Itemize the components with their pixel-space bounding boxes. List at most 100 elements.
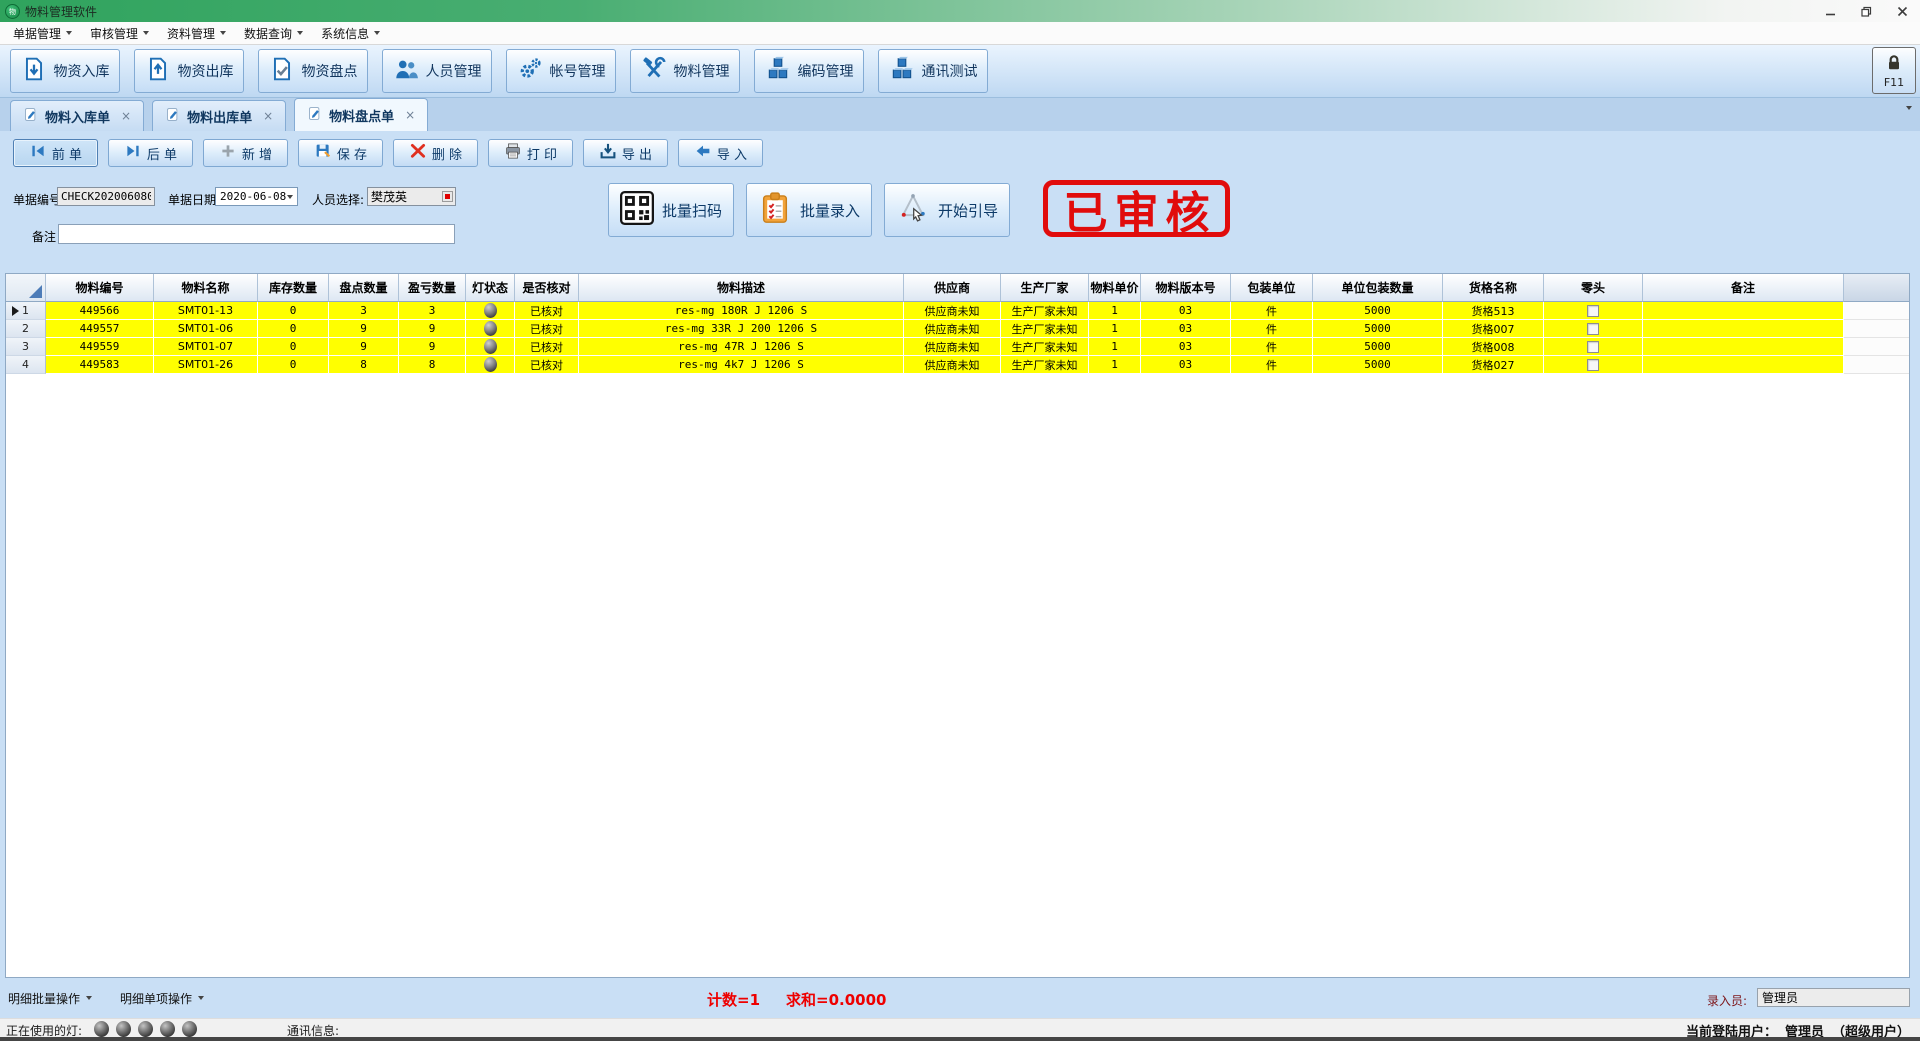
batch-scan-button[interactable]: 批量扫码 xyxy=(608,183,734,237)
tab-close-icon[interactable]: × xyxy=(405,108,415,122)
grid-cell[interactable] xyxy=(1544,356,1643,374)
grid-column-header[interactable]: 供应商 xyxy=(904,274,1001,302)
row-indicator[interactable]: 1 xyxy=(6,302,46,320)
grid-cell[interactable]: 5000 xyxy=(1313,338,1443,356)
lock-f11-button[interactable]: F11 xyxy=(1872,47,1916,94)
grid-column-header[interactable]: 物料单价 xyxy=(1089,274,1141,302)
grid-cell[interactable]: 生产厂家未知 xyxy=(1001,338,1089,356)
grid-cell[interactable]: 03 xyxy=(1141,338,1231,356)
row-indicator[interactable]: 4 xyxy=(6,356,46,374)
grid-cell[interactable]: 生产厂家未知 xyxy=(1001,320,1089,338)
row-indicator[interactable]: 3 xyxy=(6,338,46,356)
grid-select-all-corner[interactable] xyxy=(6,274,46,302)
grid-cell[interactable]: 已核对 xyxy=(515,320,579,338)
tab-close-icon[interactable]: × xyxy=(263,109,273,123)
grid-column-header[interactable]: 物料版本号 xyxy=(1141,274,1231,302)
toolbar-button-1[interactable]: 物资出库 xyxy=(134,49,244,93)
menu-item-0[interactable]: 单据管理 xyxy=(4,22,81,44)
grid-column-header[interactable]: 生产厂家 xyxy=(1001,274,1089,302)
grid-cell[interactable]: 1 xyxy=(1089,320,1141,338)
grid-cell[interactable]: 1 xyxy=(1089,338,1141,356)
grid-cell[interactable]: res-mg 180R J 1206 S xyxy=(579,302,904,320)
grid-cell[interactable]: 8 xyxy=(399,356,466,374)
maximize-button[interactable] xyxy=(1848,0,1884,22)
date-dropdown[interactable]: 2020-06-08 xyxy=(215,187,298,206)
grid-column-header[interactable]: 盈亏数量 xyxy=(399,274,466,302)
grid-column-header[interactable]: 备注 xyxy=(1643,274,1844,302)
menu-item-3[interactable]: 数据查询 xyxy=(235,22,312,44)
grid-cell[interactable]: 9 xyxy=(329,320,399,338)
grid-cell[interactable]: res-mg 33R J 200 1206 S xyxy=(579,320,904,338)
grid-cell[interactable]: 0 xyxy=(258,320,329,338)
grid-cell[interactable]: SMT01-06 xyxy=(154,320,258,338)
grid-cell[interactable]: 3 xyxy=(329,302,399,320)
grid-cell[interactable]: 9 xyxy=(399,338,466,356)
doc-no-input[interactable] xyxy=(57,187,155,206)
action-button-4[interactable]: 删 除 xyxy=(393,139,478,167)
grid-column-header[interactable]: 包装单位 xyxy=(1231,274,1313,302)
grid-cell[interactable]: 生产厂家未知 xyxy=(1001,302,1089,320)
grid-cell[interactable]: 已核对 xyxy=(515,338,579,356)
grid-cell[interactable] xyxy=(466,320,515,338)
grid-cell[interactable]: 5000 xyxy=(1313,302,1443,320)
toolbar-button-0[interactable]: 物资入库 xyxy=(10,49,120,93)
menu-item-4[interactable]: 系统信息 xyxy=(312,22,389,44)
tab-2[interactable]: 物料盘点单× xyxy=(294,98,428,131)
action-button-5[interactable]: 打 印 xyxy=(488,139,573,167)
batch-entry-button[interactable]: 批量录入 xyxy=(746,183,872,237)
grid-cell[interactable]: 449583 xyxy=(46,356,154,374)
menu-item-1[interactable]: 审核管理 xyxy=(81,22,158,44)
grid-column-header[interactable]: 是否核对 xyxy=(515,274,579,302)
odd-checkbox[interactable] xyxy=(1587,341,1599,353)
grid-cell[interactable]: 货格007 xyxy=(1443,320,1544,338)
grid-cell[interactable] xyxy=(1643,320,1844,338)
menu-item-2[interactable]: 资料管理 xyxy=(158,22,235,44)
grid-cell[interactable]: 5000 xyxy=(1313,356,1443,374)
grid-column-header[interactable]: 单位包装数量 xyxy=(1313,274,1443,302)
grid-cell[interactable]: 0 xyxy=(258,302,329,320)
grid-column-header[interactable]: 库存数量 xyxy=(258,274,329,302)
grid-cell[interactable]: 9 xyxy=(399,320,466,338)
row-indicator[interactable]: 2 xyxy=(6,320,46,338)
grid-cell[interactable] xyxy=(1844,320,1910,338)
grid-column-header[interactable]: 物料描述 xyxy=(579,274,904,302)
toolbar-button-6[interactable]: 编码管理 xyxy=(754,49,864,93)
grid-cell[interactable]: 件 xyxy=(1231,356,1313,374)
person-picker-button[interactable] xyxy=(442,191,453,202)
grid-cell[interactable]: 生产厂家未知 xyxy=(1001,356,1089,374)
grid-cell[interactable]: res-mg 4k7 J 1206 S xyxy=(579,356,904,374)
detail-single-ops-dropdown[interactable]: 明细单项操作 xyxy=(120,988,204,1008)
grid-cell[interactable] xyxy=(1844,338,1910,356)
grid-cell[interactable] xyxy=(466,338,515,356)
close-button[interactable] xyxy=(1884,0,1920,22)
grid-cell[interactable]: 0 xyxy=(258,338,329,356)
action-button-0[interactable]: 前 单 xyxy=(13,139,98,167)
grid-cell[interactable] xyxy=(1844,356,1910,374)
grid-cell[interactable]: 449557 xyxy=(46,320,154,338)
action-button-1[interactable]: 后 单 xyxy=(108,139,193,167)
action-button-2[interactable]: 新 增 xyxy=(203,139,288,167)
grid-cell[interactable]: 供应商未知 xyxy=(904,356,1001,374)
grid-cell[interactable]: 449566 xyxy=(46,302,154,320)
toolbar-button-4[interactable]: 帐号管理 xyxy=(506,49,616,93)
grid-column-header[interactable]: 货格名称 xyxy=(1443,274,1544,302)
detail-batch-ops-dropdown[interactable]: 明细批量操作 xyxy=(8,988,92,1008)
grid-column-header[interactable]: 物料编号 xyxy=(46,274,154,302)
grid-cell[interactable]: 1 xyxy=(1089,302,1141,320)
grid-cell[interactable]: 已核对 xyxy=(515,302,579,320)
tab-overflow-button[interactable] xyxy=(1906,110,1912,129)
grid-column-header[interactable]: 零头 xyxy=(1544,274,1643,302)
grid-cell[interactable]: 5000 xyxy=(1313,320,1443,338)
grid-cell[interactable]: 件 xyxy=(1231,320,1313,338)
grid-cell[interactable]: 已核对 xyxy=(515,356,579,374)
grid-cell[interactable] xyxy=(466,356,515,374)
action-button-3[interactable]: 保 存 xyxy=(298,139,383,167)
action-button-7[interactable]: 导 入 xyxy=(678,139,763,167)
grid-cell[interactable]: SMT01-07 xyxy=(154,338,258,356)
grid-column-header[interactable]: 盘点数量 xyxy=(329,274,399,302)
action-button-6[interactable]: 导 出 xyxy=(583,139,668,167)
start-guide-button[interactable]: 开始引导 xyxy=(884,183,1010,237)
grid-cell[interactable]: 供应商未知 xyxy=(904,320,1001,338)
grid-cell[interactable]: res-mg 47R J 1206 S xyxy=(579,338,904,356)
toolbar-button-5[interactable]: 物料管理 xyxy=(630,49,740,93)
